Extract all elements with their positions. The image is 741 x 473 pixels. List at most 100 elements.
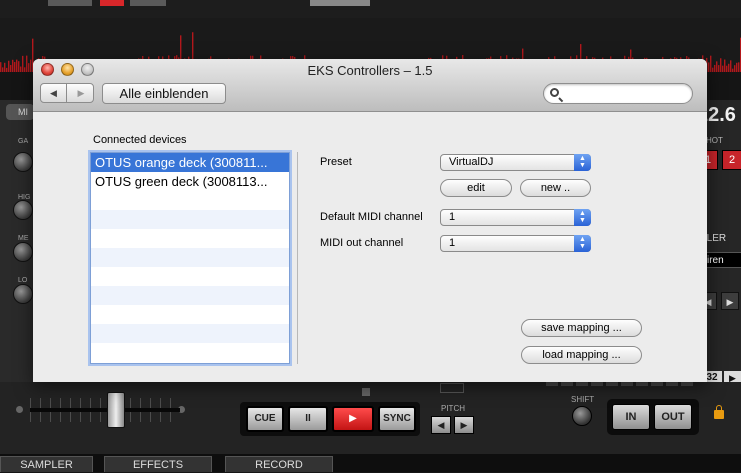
waveform-bar: [24, 67, 25, 72]
dj-top-segment: [48, 0, 92, 6]
pitch-up-button[interactable]: ▶: [454, 416, 474, 434]
sync-button[interactable]: SYNC: [378, 406, 416, 432]
low-eq-knob[interactable]: [13, 284, 33, 304]
tab-record[interactable]: RECORD: [225, 456, 333, 472]
tab-effects[interactable]: EFFECTS: [104, 456, 212, 472]
waveform-bar: [708, 62, 709, 72]
empty-list-row: [91, 191, 289, 210]
panel-divider: [297, 152, 298, 364]
waveform-bar: [732, 69, 733, 72]
edit-preset-button[interactable]: edit: [440, 179, 512, 197]
waveform-bar: [18, 61, 19, 72]
waveform-bar: [14, 62, 15, 72]
waveform-bar: [2, 67, 3, 72]
preset-select[interactable]: VirtualDJ ▲▼: [440, 154, 591, 171]
empty-list-row: [91, 248, 289, 267]
pitch-range-indicator: [440, 383, 464, 393]
waveform-bar: [728, 64, 729, 72]
waveform-bar: [718, 65, 719, 72]
default-midi-channel-label: Default MIDI channel: [320, 211, 423, 223]
waveform-bar: [734, 65, 735, 72]
dj-logo-strip: [310, 0, 370, 6]
window-content: Connected devices OTUS orange deck (3008…: [33, 113, 707, 382]
waveform-bar: [712, 68, 713, 72]
pitch-label: PITCH: [441, 404, 465, 413]
crossfader-track: [30, 408, 180, 412]
waveform-bar: [26, 56, 27, 72]
waveform-bar: [8, 61, 9, 72]
waveform-bar: [30, 60, 31, 72]
pause-button[interactable]: II: [288, 406, 328, 432]
empty-list-row: [91, 286, 289, 305]
preset-label: Preset: [320, 156, 352, 168]
lock-icon[interactable]: [714, 410, 724, 419]
empty-list-row: [91, 324, 289, 343]
loop-out-button[interactable]: OUT: [654, 404, 692, 430]
back-button[interactable]: ◀: [41, 84, 67, 102]
forward-button[interactable]: ▶: [68, 84, 94, 102]
waveform-bar: [730, 60, 731, 72]
high-eq-knob[interactable]: [13, 200, 33, 220]
waveform-bar: [0, 62, 1, 72]
hotcue-2-button[interactable]: 2: [722, 150, 741, 170]
tab-sampler[interactable]: SAMPLER: [0, 456, 93, 472]
loop-in-button[interactable]: IN: [612, 404, 650, 430]
back-forward-control: ◀ ▶: [40, 83, 94, 103]
new-preset-button[interactable]: new ..: [520, 179, 591, 197]
waveform-bar: [722, 66, 723, 72]
waveform-bar: [6, 68, 7, 72]
waveform-bar: [28, 63, 29, 72]
waveform-bar: [16, 60, 17, 72]
midi-out-channel-select[interactable]: 1 ▲▼: [440, 235, 591, 252]
connected-devices-list[interactable]: OTUS orange deck (300811... OTUS green d…: [90, 152, 290, 364]
dj-top-bar: [0, 0, 741, 18]
window-titlebar[interactable]: EKS Controllers – 1.5 ◀ ▶ Alle einblende…: [33, 59, 707, 112]
empty-list-row: [91, 267, 289, 286]
search-field[interactable]: [543, 83, 693, 104]
crossfader-handle[interactable]: [107, 392, 125, 428]
empty-list-row: [91, 210, 289, 229]
show-all-button[interactable]: Alle einblenden: [102, 83, 226, 104]
empty-list-row: [91, 343, 289, 362]
pitch-down-button[interactable]: ◀: [431, 416, 451, 434]
waveform-bar: [714, 65, 715, 72]
dj-left-mixer-panel: GA HIG ME LO: [0, 100, 34, 390]
dj-top-segment: [130, 0, 166, 6]
waveform-bar: [10, 65, 11, 72]
waveform-bar: [726, 66, 727, 72]
mid-label: ME: [18, 235, 29, 242]
waveform-bar: [716, 61, 717, 72]
low-label: LO: [18, 277, 27, 284]
search-input[interactable]: [566, 85, 688, 102]
save-mapping-button[interactable]: save mapping ...: [521, 319, 642, 337]
waveform-bar: [724, 60, 725, 72]
crossfader-left-dot: [16, 406, 23, 413]
dj-mixer-tab[interactable]: MI: [6, 104, 34, 120]
shift-label: SHIFT: [571, 395, 594, 404]
waveform-bar: [4, 63, 5, 72]
waveform-bar: [22, 56, 23, 72]
hotcue-label: HOT: [706, 136, 723, 145]
high-label: HIG: [18, 194, 30, 201]
device-list-item[interactable]: OTUS green deck (3008113...: [91, 172, 289, 191]
load-mapping-button[interactable]: load mapping ...: [521, 346, 642, 364]
small-lock-icon: [362, 388, 370, 396]
waveform-bar: [738, 62, 739, 72]
gain-knob[interactable]: [13, 152, 33, 172]
next-sample-button[interactable]: ▶: [721, 292, 739, 310]
midi-out-channel-value: 1: [449, 237, 455, 249]
midi-out-channel-label: MIDI out channel: [320, 237, 403, 249]
cue-button[interactable]: CUE: [246, 406, 284, 432]
mid-eq-knob[interactable]: [13, 242, 33, 262]
default-midi-channel-value: 1: [449, 211, 455, 223]
shift-knob[interactable]: [572, 406, 592, 426]
waveform-bar: [12, 60, 13, 72]
updown-arrows-icon: ▲▼: [574, 235, 591, 252]
waveform-bar: [20, 67, 21, 72]
updown-arrows-icon: ▲▼: [574, 154, 591, 171]
device-list-item[interactable]: OTUS orange deck (300811...: [91, 153, 289, 172]
default-midi-channel-select[interactable]: 1 ▲▼: [440, 209, 591, 226]
play-button[interactable]: ▶: [332, 406, 374, 432]
dj-top-segment-active: [100, 0, 124, 6]
preset-select-value: VirtualDJ: [449, 156, 493, 168]
